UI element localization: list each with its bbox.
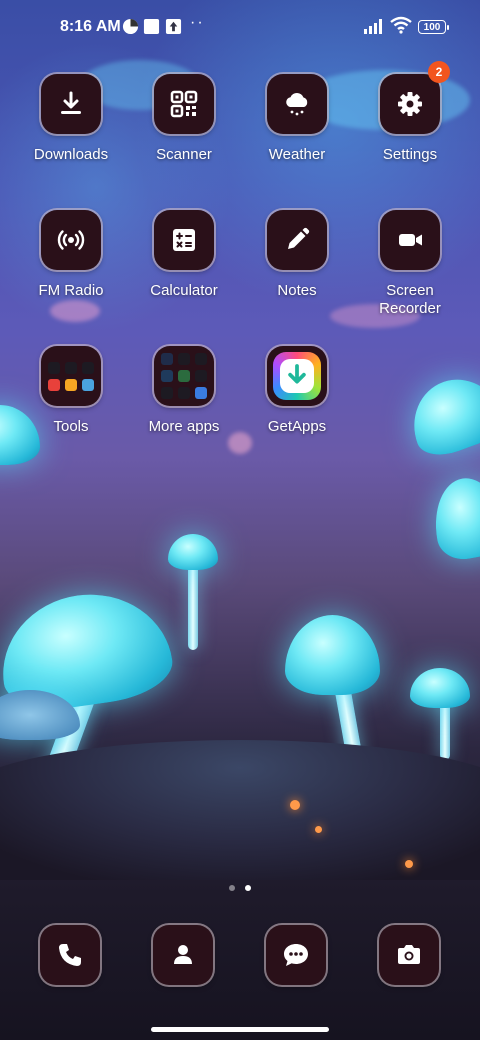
app-screen-recorder[interactable]: Screen Recorder: [354, 210, 466, 318]
app-weather[interactable]: Weather: [241, 74, 353, 164]
mossy-ground: [0, 740, 480, 880]
radio-waves-icon: [57, 230, 85, 250]
notes-tile[interactable]: [267, 210, 327, 270]
folder-icon: [48, 361, 94, 391]
dock-camera[interactable]: [379, 925, 439, 985]
contacts-tile[interactable]: [153, 925, 213, 985]
page-dot[interactable]: [229, 885, 235, 891]
page-indicator: [0, 878, 480, 896]
signal-icon: [364, 19, 382, 34]
mushroom-cap: [285, 615, 380, 695]
phone-icon: [59, 944, 81, 966]
scanner-tile[interactable]: [154, 74, 214, 134]
app-label: Screen Recorder: [379, 282, 441, 317]
app-label: GetApps: [267, 418, 327, 435]
qr-code-icon: [170, 90, 198, 118]
app-label: Notes: [277, 282, 317, 299]
folder-more-apps[interactable]: More apps: [128, 346, 240, 436]
app-getapps[interactable]: GetApps: [241, 346, 353, 436]
phone-tile[interactable]: [40, 925, 100, 985]
mushroom-cap: [410, 668, 470, 708]
app-settings[interactable]: 2 Settings: [354, 61, 466, 164]
clock: 8:16 AM: [60, 18, 121, 35]
battery-indicator: 100: [418, 20, 449, 34]
cloud-rain-icon: [286, 92, 308, 116]
settings-tile[interactable]: 2: [380, 61, 450, 134]
app-label: Downloads: [33, 146, 109, 163]
video-camera-icon: [399, 234, 422, 246]
messages-tile[interactable]: [266, 925, 326, 985]
glow-dot: [290, 800, 300, 810]
tools-folder-tile[interactable]: [41, 346, 101, 406]
getapps-tile[interactable]: [267, 346, 327, 406]
gesture-home-bar[interactable]: [151, 1027, 329, 1032]
page-dot-active[interactable]: [245, 885, 251, 891]
app-downloads[interactable]: Downloads: [15, 74, 127, 164]
glow-dot: [405, 860, 413, 868]
dock-contacts[interactable]: [153, 925, 213, 985]
fm-radio-tile[interactable]: [41, 210, 101, 270]
app-label: More apps: [148, 418, 220, 435]
mushroom-stem: [188, 560, 198, 650]
pencil-icon: [288, 227, 310, 249]
glow-dot: [315, 826, 322, 833]
downloads-tile[interactable]: [41, 74, 101, 134]
calculator-tile[interactable]: [154, 210, 214, 270]
app-fm-radio[interactable]: FM Radio: [15, 210, 127, 300]
app-label: Settings: [382, 146, 438, 163]
light-blob: [50, 300, 100, 322]
wifi-icon: [390, 16, 412, 34]
app-label: Calculator: [150, 282, 218, 299]
app-label: Weather: [268, 146, 326, 163]
square-app-icon: [143, 18, 160, 35]
data-saver-icon: [122, 18, 139, 35]
weather-tile[interactable]: [267, 74, 327, 134]
dock-messages[interactable]: [266, 925, 326, 985]
screen-recorder-tile[interactable]: [380, 210, 440, 270]
folder-icon: [161, 353, 207, 399]
mushroom-cap: [400, 366, 480, 464]
download-arrow-icon: [288, 364, 306, 384]
notification-badge: 2: [428, 61, 450, 83]
more-apps-folder-tile[interactable]: [154, 346, 214, 406]
camera-icon: [398, 945, 420, 964]
more-notifications-indicator: ··: [190, 14, 205, 31]
person-icon: [174, 945, 192, 964]
camera-tile[interactable]: [379, 925, 439, 985]
app-scanner[interactable]: Scanner: [128, 74, 240, 164]
dock-phone[interactable]: [40, 925, 100, 985]
app-calculator[interactable]: Calculator: [128, 210, 240, 300]
calculator-icon: [173, 229, 195, 251]
download-icon: [61, 91, 81, 114]
getapps-icon: [273, 352, 321, 400]
gear-icon: [398, 92, 422, 116]
upload-box-icon: [165, 18, 182, 35]
app-label: Scanner: [156, 146, 212, 163]
mushroom-cap: [168, 534, 218, 570]
app-label: FM Radio: [38, 282, 104, 299]
folder-tools[interactable]: Tools: [15, 346, 127, 436]
app-label: Tools: [53, 418, 89, 435]
app-notes[interactable]: Notes: [241, 210, 353, 300]
mushroom-cap: [427, 472, 480, 564]
status-bar: 8:16 AM ·· 100: [0, 0, 480, 56]
chat-bubble-icon: [284, 944, 308, 966]
